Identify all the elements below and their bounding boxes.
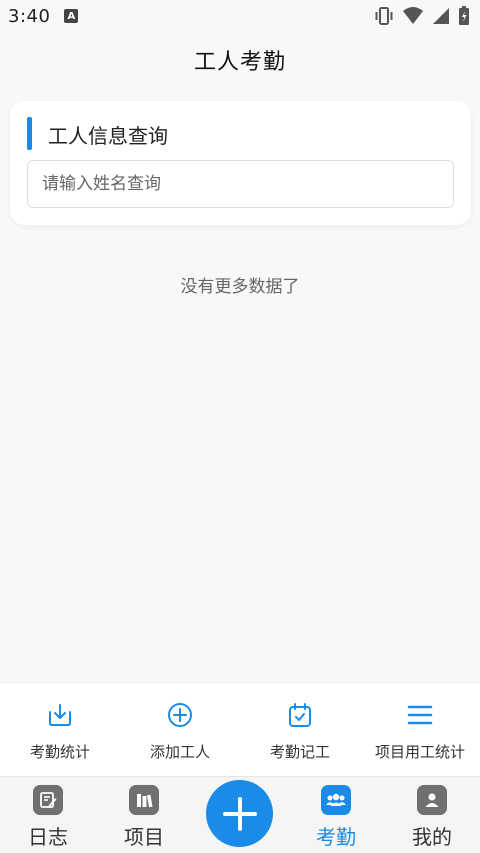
page-title: 工人考勤 — [193, 50, 286, 75]
status-bar: 3:40 A — [0, 0, 480, 32]
nav-item-project[interactable]: 项目 — [96, 785, 192, 850]
project-icon — [129, 785, 159, 815]
wifi-icon — [402, 7, 424, 25]
battery-icon — [458, 6, 470, 26]
signal-icon — [432, 7, 450, 25]
nav-item-log[interactable]: 日志 — [0, 785, 96, 850]
attendance-icon — [321, 785, 351, 815]
log-icon — [33, 785, 63, 815]
action-bar: 考勤统计 添加工人 考勤记工 项目用工统计 — [0, 682, 480, 776]
empty-list-message: 没有更多数据了 — [180, 277, 300, 297]
profile-icon — [417, 785, 447, 815]
project-labor-stats-button[interactable]: 项目用工统计 — [360, 683, 480, 776]
name-search-input[interactable] — [27, 160, 454, 208]
attendance-record-button[interactable]: 考勤记工 — [240, 683, 360, 776]
action-label: 项目用工统计 — [374, 743, 465, 761]
action-label: 考勤记工 — [269, 743, 330, 761]
nav-label: 日志 — [28, 825, 68, 849]
action-label: 考勤统计 — [29, 743, 90, 761]
add-circle-icon — [168, 703, 192, 727]
card-title: 工人信息查询 — [48, 124, 168, 148]
calendar-check-icon — [289, 703, 311, 727]
add-worker-button[interactable]: 添加工人 — [120, 683, 240, 776]
nav-item-attendance[interactable]: 考勤 — [288, 785, 384, 850]
notification-a-icon: A — [64, 9, 79, 23]
search-card: 工人信息查询 — [10, 101, 471, 225]
menu-list-icon — [407, 705, 433, 725]
card-accent-bar — [27, 117, 32, 150]
download-icon — [49, 704, 71, 726]
fab-add-button[interactable] — [206, 780, 273, 847]
plus-icon — [222, 796, 257, 831]
vibrate-icon — [374, 7, 394, 25]
nav-label: 我的 — [412, 825, 452, 849]
nav-label: 项目 — [124, 825, 164, 849]
nav-label: 考勤 — [316, 825, 356, 849]
action-label: 添加工人 — [149, 743, 210, 761]
attendance-stats-button[interactable]: 考勤统计 — [0, 683, 120, 776]
nav-item-profile[interactable]: 我的 — [384, 785, 480, 850]
status-time: 3:40 — [8, 5, 51, 27]
